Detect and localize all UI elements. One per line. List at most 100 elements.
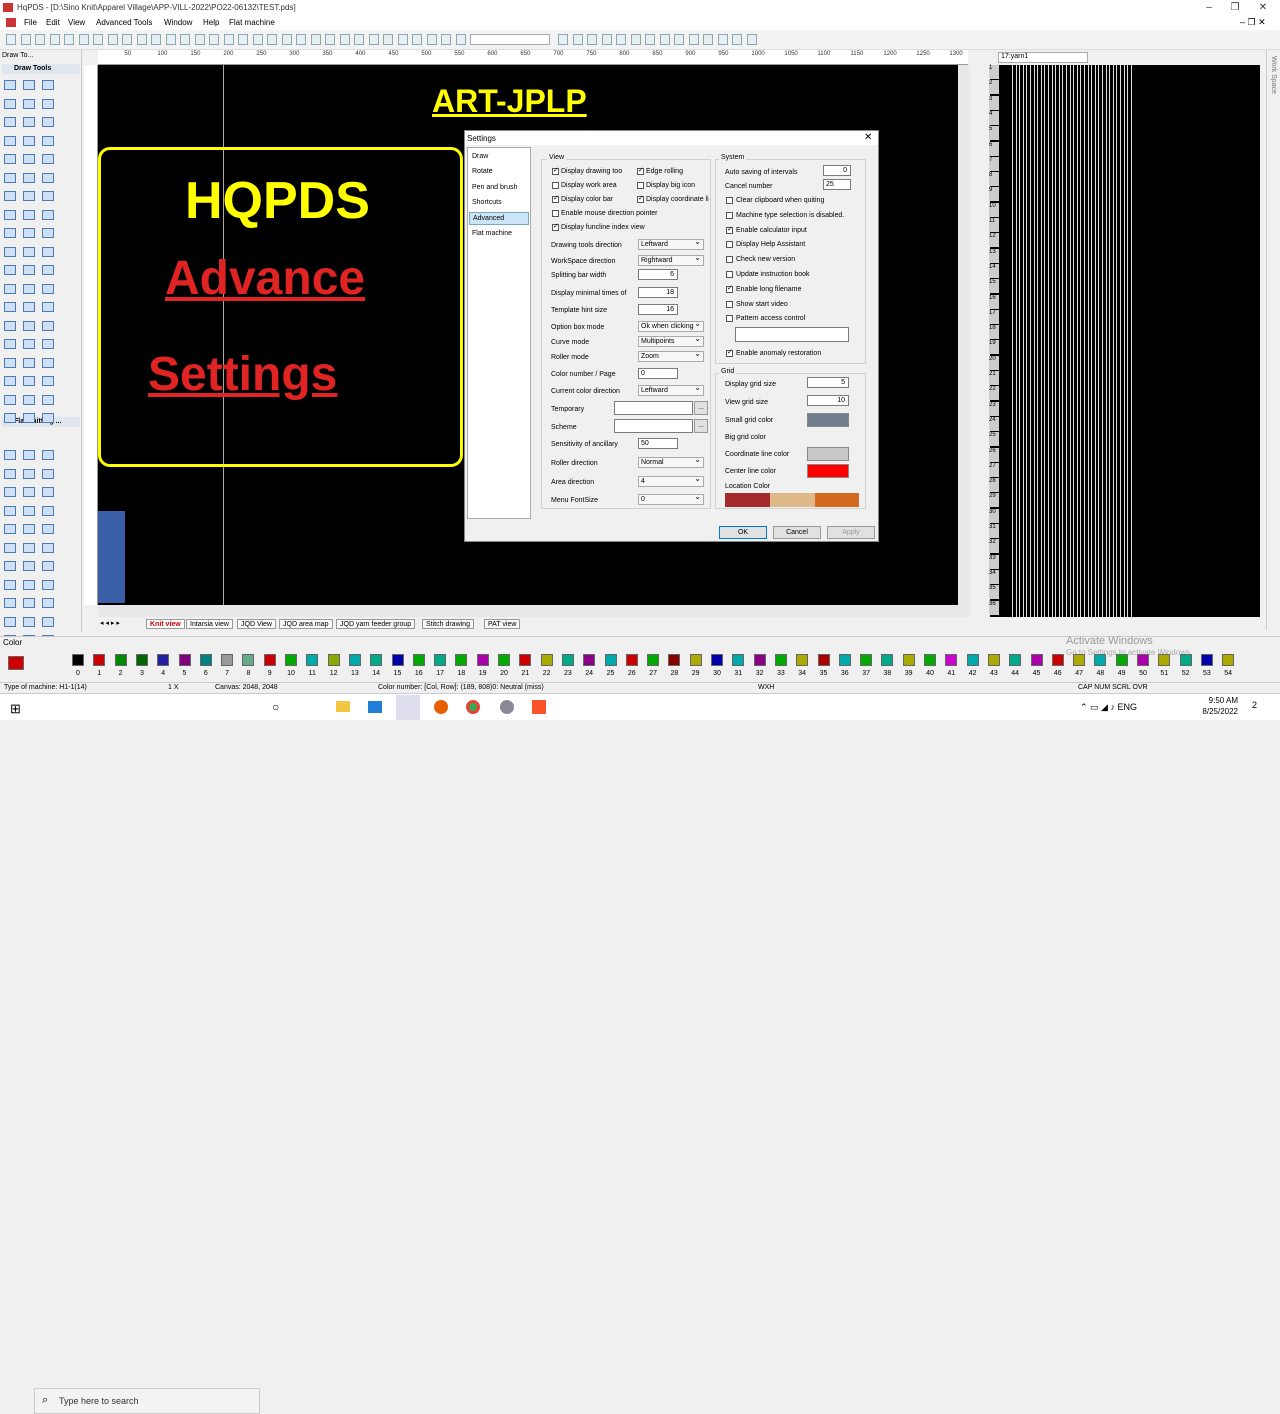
view-checkbox[interactable] [552, 194, 559, 203]
draw-tool-icon[interactable] [42, 283, 54, 294]
draw-tool-icon[interactable] [42, 598, 54, 608]
draw-tool-icon[interactable] [4, 450, 16, 460]
tab-stitch-drawing[interactable]: Stitch drawing [422, 619, 474, 629]
center-color-swatch[interactable] [807, 464, 849, 478]
toolbar-button[interactable] [354, 34, 364, 45]
color-swatch[interactable] [455, 654, 468, 666]
color-swatch[interactable] [689, 654, 702, 666]
color-swatch[interactable] [242, 654, 255, 666]
color-swatch[interactable] [732, 654, 745, 666]
menu-restore-icon[interactable]: – ❐ ✕ [1240, 17, 1266, 28]
draw-tool-icon[interactable] [4, 579, 16, 590]
draw-tool-icon[interactable] [23, 172, 35, 183]
toolbar-button[interactable] [441, 34, 451, 45]
toolbar-button[interactable] [746, 34, 757, 45]
color-swatch[interactable] [370, 654, 383, 666]
system-checkbox[interactable] [726, 271, 733, 278]
view-field-select[interactable]: Rightward [638, 253, 704, 266]
draw-tool-icon[interactable] [23, 98, 35, 109]
system-checkbox[interactable] [726, 315, 733, 323]
canvas-vertical-scrollbar[interactable] [958, 65, 970, 605]
nav-advanced[interactable]: Advanced [469, 212, 529, 225]
view-field-spin[interactable]: 6 [638, 269, 678, 280]
color-swatch[interactable] [966, 654, 979, 666]
draw-tool-icon[interactable] [42, 413, 54, 423]
view-checkbox[interactable] [637, 194, 644, 203]
color-swatch[interactable] [796, 654, 809, 666]
anomaly-checkbox[interactable] [726, 348, 733, 357]
view-checkbox[interactable] [637, 182, 644, 189]
toolbar-button[interactable] [6, 34, 16, 45]
menu-window[interactable]: Window [164, 18, 192, 27]
maximize-button[interactable]: ❐ [1222, 0, 1248, 16]
menu-view[interactable]: View [68, 18, 85, 27]
draw-tool-icon[interactable] [4, 320, 16, 331]
file-explorer-icon[interactable] [336, 701, 350, 712]
small-grid-color-swatch[interactable] [807, 413, 849, 427]
toolbar-button[interactable] [688, 34, 699, 45]
draw-tool-icon[interactable] [4, 117, 16, 127]
view-checkbox[interactable] [552, 210, 559, 217]
color-swatch[interactable] [924, 654, 936, 666]
system-checkbox[interactable] [726, 256, 733, 264]
yarn-dropdown[interactable]: 17:yarn1 [998, 52, 1088, 63]
color-swatch[interactable] [391, 654, 404, 666]
chrome-icon[interactable] [466, 700, 480, 714]
draw-tool-icon[interactable] [4, 246, 16, 257]
draw-tool-icon[interactable] [23, 265, 35, 275]
toolbar-button[interactable] [78, 34, 89, 45]
draw-tool-icon[interactable] [4, 524, 16, 534]
color-swatch[interactable] [263, 654, 276, 666]
tab-intarsia-view[interactable]: Intarsia view [186, 619, 233, 629]
color-swatch[interactable] [114, 654, 127, 666]
draw-tool-icon[interactable] [23, 616, 35, 627]
draw-tool-icon[interactable] [42, 302, 54, 312]
color-swatch[interactable] [285, 654, 297, 666]
toolbar-button[interactable] [93, 34, 103, 45]
nav-rotate[interactable]: Rotate [472, 168, 493, 175]
color-swatch[interactable] [412, 654, 425, 666]
draw-tool-icon[interactable] [23, 505, 35, 516]
draw-tool-icon[interactable] [23, 413, 35, 423]
color-swatch[interactable] [945, 654, 958, 666]
toolbar-button[interactable] [165, 34, 176, 45]
toolbar-button[interactable] [49, 34, 60, 45]
workspace-sidebar[interactable]: Work Space [1266, 50, 1280, 630]
toolbar-button[interactable] [368, 34, 379, 45]
draw-tool-icon[interactable] [42, 561, 54, 571]
color-swatch[interactable] [583, 654, 596, 666]
app-icon-2[interactable] [500, 700, 514, 714]
system-checkbox[interactable] [726, 211, 733, 219]
browse-button[interactable]: ... [694, 401, 708, 415]
view-field-select[interactable]: Normal [638, 455, 704, 468]
location-color-1[interactable] [725, 493, 770, 507]
toolbar-button[interactable] [35, 34, 45, 45]
color-swatch[interactable] [306, 654, 319, 666]
notification-icon[interactable]: 2 [1252, 700, 1257, 710]
draw-tool-icon[interactable] [23, 302, 35, 312]
tab-jqd-view[interactable]: JQD View [237, 619, 276, 629]
toolbar-button[interactable] [325, 34, 335, 45]
toolbar-button[interactable] [223, 34, 234, 45]
cancel-number-input[interactable]: 25 [823, 179, 851, 190]
view-checkbox[interactable] [552, 222, 559, 231]
view-field-select[interactable]: Leftward [638, 237, 704, 250]
view-path-input[interactable] [614, 401, 693, 415]
color-swatch[interactable] [838, 654, 851, 666]
color-swatch[interactable] [1200, 654, 1213, 666]
view-field-select[interactable]: Ok when clicking [638, 319, 704, 332]
toolbar-button[interactable] [238, 34, 248, 45]
draw-tool-icon[interactable] [42, 487, 54, 497]
windows-start-icon[interactable]: ⊞ [10, 701, 21, 717]
toolbar-button[interactable] [455, 34, 466, 45]
draw-tool-icon[interactable] [23, 135, 35, 146]
view-field-spin[interactable]: 16 [638, 304, 678, 315]
minimize-button[interactable]: – [1196, 0, 1222, 16]
draw-tool-icon[interactable] [42, 505, 54, 516]
toolbar-button[interactable] [674, 34, 684, 45]
current-color-swatch[interactable] [8, 656, 24, 670]
toolbar-button[interactable] [572, 34, 583, 45]
draw-tool-icon[interactable] [23, 246, 35, 257]
color-swatch[interactable] [72, 654, 84, 666]
color-swatch[interactable] [434, 654, 447, 666]
